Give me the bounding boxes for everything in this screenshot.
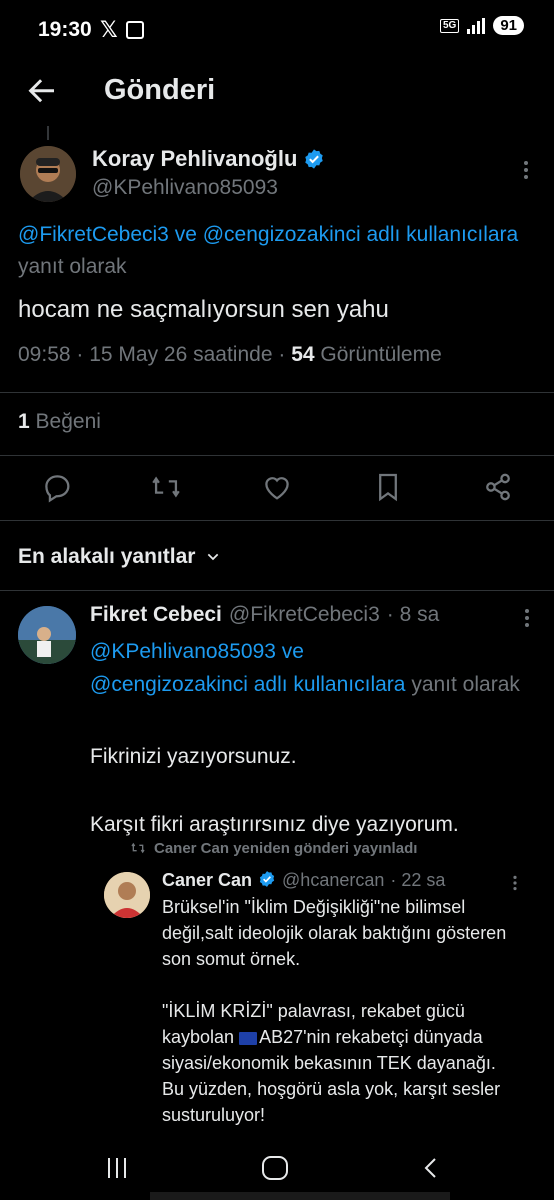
- sort-label: En alakalı yanıtlar: [18, 545, 196, 568]
- likes-count: 1: [18, 410, 30, 433]
- quote-author-name[interactable]: Caner Can: [162, 870, 252, 891]
- more-options-icon[interactable]: [512, 603, 542, 633]
- views-label: Görüntüleme: [314, 343, 442, 366]
- system-nav-bar: [0, 1136, 554, 1200]
- likes-row[interactable]: 1 Beğeni: [18, 410, 101, 434]
- reply-to-line: @FikretCebeci3 ve @cengizozakinci adlı k…: [18, 219, 528, 283]
- quote-author-row: Caner Can @hcanercan · 22 sa: [162, 870, 445, 891]
- reply-to-line: @KPehlivano85093 ve @cengizozakinci adlı…: [90, 635, 540, 701]
- mention-link[interactable]: @FikretCebeci3: [18, 223, 169, 246]
- avatar-koray[interactable]: [20, 146, 76, 202]
- mention-link[interactable]: @KPehlivano85093: [90, 640, 276, 663]
- retweet-indicator: Caner Can yeniden gönderi yayınladı: [130, 840, 417, 857]
- more-options-icon[interactable]: [511, 155, 541, 185]
- home-icon[interactable]: [262, 1156, 288, 1180]
- thread-connector: [47, 126, 49, 140]
- reply-suffix: yanıt olarak: [405, 673, 520, 696]
- quote-text-part1: Brüksel'in "İklim Değişikliği"ne bilimse…: [162, 897, 507, 1047]
- verified-badge-icon: [305, 149, 324, 169]
- reply-author-row: Fikret Cebeci @FikretCebeci3 · 8 sa: [90, 603, 439, 627]
- sort-dropdown[interactable]: En alakalı yanıtlar: [18, 545, 221, 569]
- status-bar: 19:30 𝕏 5G 91: [0, 0, 554, 62]
- network-5g-icon: 5G: [439, 18, 460, 33]
- quote-text: Brüksel'in "İklim Değişikliği"ne bilimse…: [162, 894, 522, 1128]
- avatar-fikret[interactable]: [18, 606, 76, 664]
- reply-icon[interactable]: [40, 470, 74, 504]
- bookmark-icon[interactable]: [371, 470, 405, 504]
- reply-text: Fikrinizi yazıyorsunuz. Karşıt fikri ara…: [90, 745, 459, 836]
- divider: [0, 520, 554, 521]
- post-date: · 15 May 26 saatinde ·: [70, 343, 292, 366]
- mention-separator: ve: [275, 640, 304, 663]
- post-meta: 09:58 · 15 May 26 saatinde · 54 Görüntül…: [18, 343, 442, 367]
- like-icon[interactable]: [260, 470, 294, 504]
- avatar-caner[interactable]: [104, 872, 150, 918]
- mention-suffix-link[interactable]: adlı kullanıcılara: [361, 223, 518, 246]
- content-fade: [150, 1192, 450, 1200]
- retweet-icon[interactable]: [149, 470, 183, 504]
- reply-author-handle[interactable]: @FikretCebeci3: [229, 603, 380, 627]
- mention-link[interactable]: @cengizozakinci: [203, 223, 361, 246]
- mention-separator: ve: [168, 223, 203, 246]
- post-time: 09:58: [18, 343, 71, 366]
- mention-suffix-link[interactable]: adlı kullanıcılara: [248, 673, 406, 696]
- divider: [0, 392, 554, 393]
- views-count: 54: [291, 343, 315, 366]
- retweet-icon: [131, 842, 145, 854]
- header: Gönderi: [0, 62, 554, 122]
- status-time: 19:30: [38, 18, 92, 41]
- screenshot-icon: [126, 21, 144, 39]
- quote-author-handle[interactable]: @hcanercan: [282, 870, 384, 891]
- more-options-icon[interactable]: [503, 871, 527, 895]
- chevron-down-icon: [208, 553, 219, 561]
- author-handle[interactable]: @KPehlivano85093: [92, 176, 278, 200]
- divider: [0, 590, 554, 591]
- back-icon[interactable]: [420, 1156, 444, 1180]
- eu-flag-icon: [239, 1031, 258, 1045]
- signal-icon: [467, 17, 486, 34]
- author-name[interactable]: Koray Pehlivanoğlu: [92, 146, 297, 172]
- quote-time: · 22 sa: [390, 870, 446, 890]
- reply-author-name[interactable]: Fikret Cebeci: [90, 603, 222, 627]
- retweet-label: Caner Can yeniden gönderi yayınladı: [154, 840, 418, 857]
- reply-suffix: yanıt olarak: [18, 255, 127, 278]
- likes-label: Beğeni: [29, 410, 101, 433]
- action-bar: [0, 470, 554, 510]
- verified-badge-icon: [259, 871, 275, 887]
- battery-icon: 91: [493, 16, 524, 35]
- mention-link[interactable]: @cengizozakinci: [90, 673, 248, 696]
- author-row: Koray Pehlivanoğlu: [92, 146, 325, 172]
- post-text: hocam ne saçmalıyorsun sen yahu: [18, 296, 389, 323]
- share-icon[interactable]: [481, 470, 515, 504]
- reply-time: · 8 sa: [386, 603, 440, 626]
- page-title: Gönderi: [104, 74, 216, 106]
- status-indicators: 5G 91: [439, 16, 524, 35]
- x-app-icon: 𝕏: [100, 17, 118, 42]
- back-arrow-icon[interactable]: [24, 72, 60, 108]
- divider: [0, 455, 554, 456]
- recent-apps-icon[interactable]: [108, 1158, 126, 1178]
